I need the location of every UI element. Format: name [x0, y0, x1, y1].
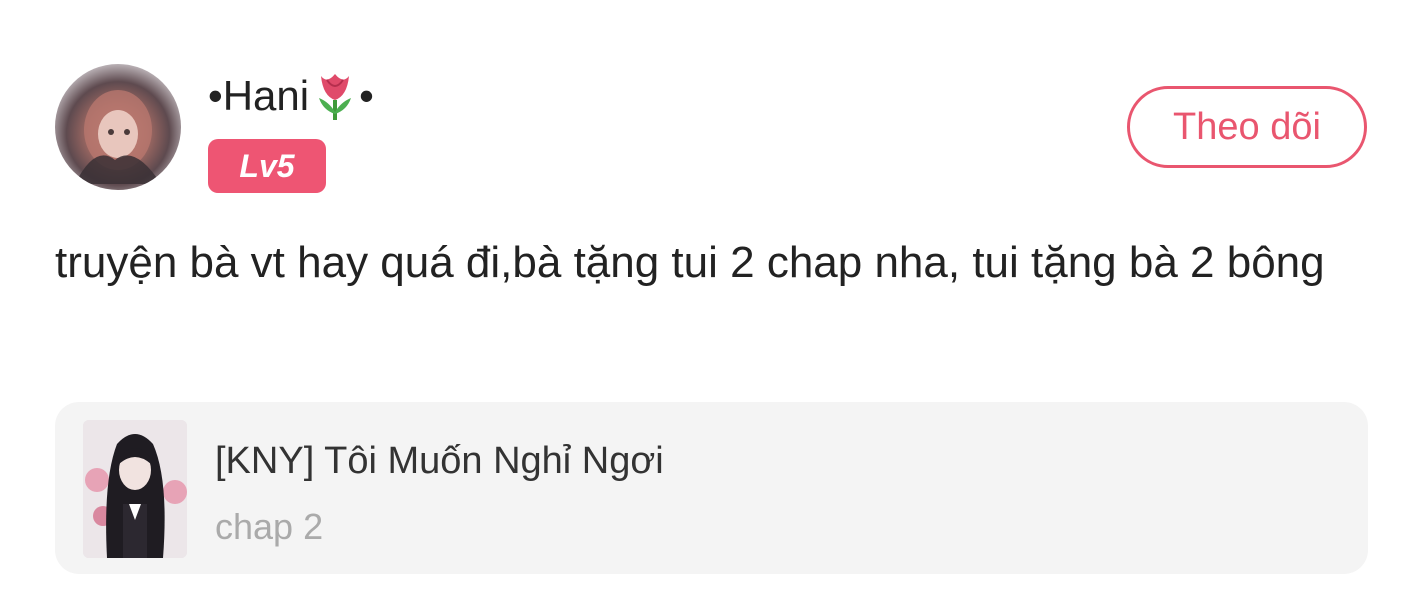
story-card[interactable]: [KNY] Tôi Muốn Nghỉ Ngơi chap 2 — [55, 402, 1368, 574]
avatar[interactable] — [55, 64, 181, 190]
username-suffix: • — [359, 72, 374, 119]
story-cover-image — [83, 420, 187, 558]
story-title: [KNY] Tôi Muốn Nghỉ Ngơi — [215, 440, 664, 482]
tulip-icon — [313, 70, 357, 122]
username[interactable]: •Hani • — [208, 68, 374, 124]
username-text: •Hani — [208, 72, 310, 119]
level-badge: Lv5 — [208, 139, 326, 193]
follow-button[interactable]: Theo dõi — [1127, 86, 1367, 168]
story-chapter: chap 2 — [215, 506, 324, 547]
comment-text: truyện bà vt hay quá đi,bà tặng tui 2 ch… — [55, 238, 1325, 287]
